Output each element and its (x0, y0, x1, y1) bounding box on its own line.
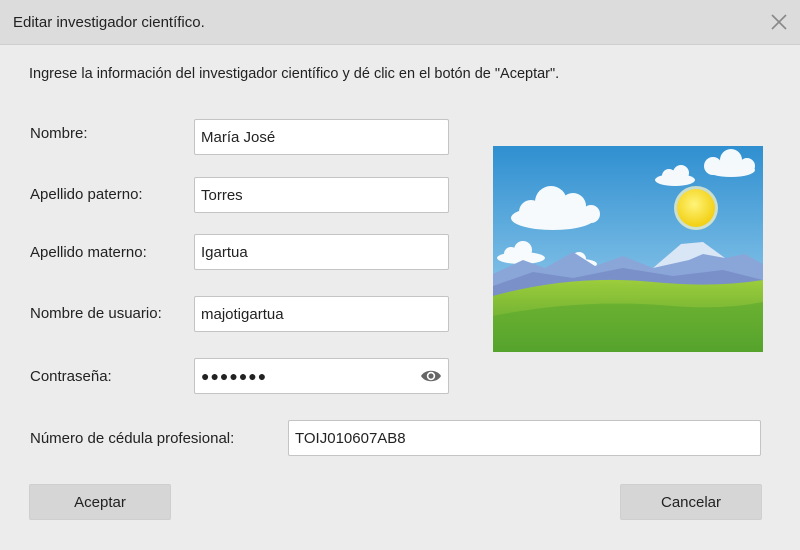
apellido-paterno-field[interactable] (194, 177, 449, 213)
apellido-materno-field[interactable] (194, 234, 449, 270)
landscape-image (493, 146, 763, 352)
close-icon[interactable] (768, 11, 790, 33)
usuario-label: Nombre de usuario: (30, 305, 162, 322)
dialog-titlebar: Editar investigador científico. (0, 0, 800, 45)
eye-icon[interactable] (420, 368, 442, 384)
usuario-field[interactable] (194, 296, 449, 332)
cedula-field[interactable] (288, 420, 761, 456)
instructions-text: Ingrese la información del investigador … (29, 66, 560, 82)
apellido-paterno-label: Apellido paterno: (30, 186, 143, 203)
password-field[interactable] (194, 358, 449, 394)
cedula-label: Número de cédula profesional: (30, 430, 235, 447)
cancel-button[interactable]: Cancelar (620, 484, 762, 520)
dialog-title: Editar investigador científico. (13, 14, 205, 31)
accept-button[interactable]: Aceptar (29, 484, 171, 520)
nombre-label: Nombre: (30, 125, 88, 142)
password-label: Contraseña: (30, 368, 112, 385)
apellido-materno-label: Apellido materno: (30, 244, 147, 261)
nombre-field[interactable] (194, 119, 449, 155)
